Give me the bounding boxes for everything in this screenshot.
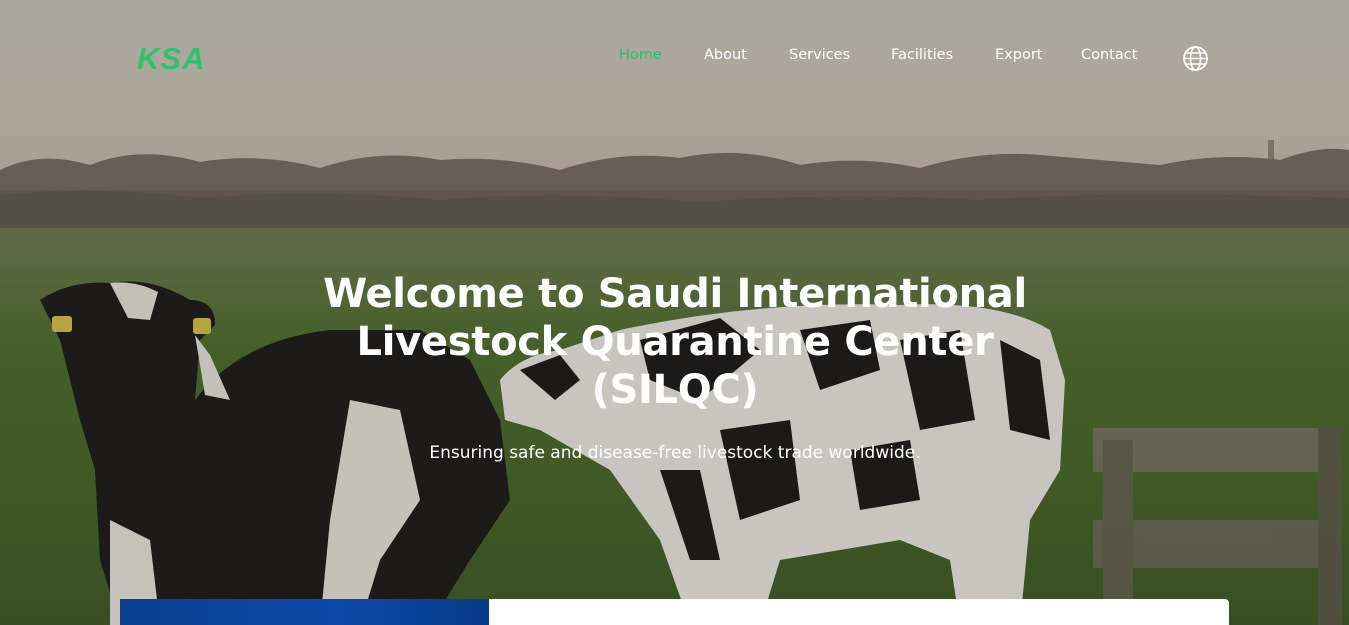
logo-text: KSA bbox=[137, 41, 206, 76]
info-card-white bbox=[489, 599, 1229, 625]
hero-section: KSA Home About Services Facilities Expor… bbox=[0, 0, 1349, 625]
site-logo[interactable]: KSA bbox=[137, 42, 219, 76]
hero-title: Welcome to Saudi International Livestock… bbox=[323, 271, 1027, 413]
nav-item-home[interactable]: Home bbox=[619, 45, 662, 65]
nav-item-export[interactable]: Export bbox=[995, 45, 1042, 65]
globe-icon[interactable] bbox=[1182, 45, 1209, 72]
info-card-blue bbox=[120, 599, 489, 625]
nav-item-facilities[interactable]: Facilities bbox=[891, 45, 953, 65]
hero-subtitle: Ensuring safe and disease-free livestock… bbox=[429, 443, 921, 463]
nav-item-about[interactable]: About bbox=[704, 45, 747, 65]
nav-item-services[interactable]: Services bbox=[789, 45, 850, 65]
nav-item-contact[interactable]: Contact bbox=[1081, 45, 1137, 65]
